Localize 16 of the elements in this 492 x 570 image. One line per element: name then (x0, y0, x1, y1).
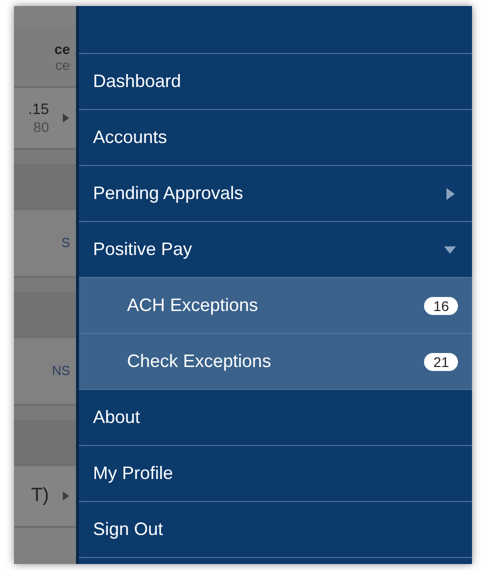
count-badge: 21 (424, 352, 458, 370)
submenu-item[interactable]: Check Exceptions 21 (79, 334, 472, 390)
background-text: .15 (28, 101, 49, 119)
background-text: 80 (33, 118, 49, 135)
background-text: ce (54, 40, 70, 57)
background-text: NS (52, 364, 70, 378)
menu-item[interactable]: Pending Approvals (79, 166, 472, 222)
menu-item[interactable]: Dashboard (79, 54, 472, 110)
menu-item[interactable]: Sign Out (79, 502, 472, 558)
background-text: T) (31, 485, 49, 507)
menu-item[interactable]: Accounts (79, 110, 472, 166)
count-badge: 16 (424, 296, 458, 314)
submenu-item[interactable]: ACH Exceptions 16 (79, 278, 472, 334)
background-text: S (61, 236, 70, 250)
menu-item[interactable]: My Profile (79, 446, 472, 502)
menu-item[interactable]: About (79, 390, 472, 446)
